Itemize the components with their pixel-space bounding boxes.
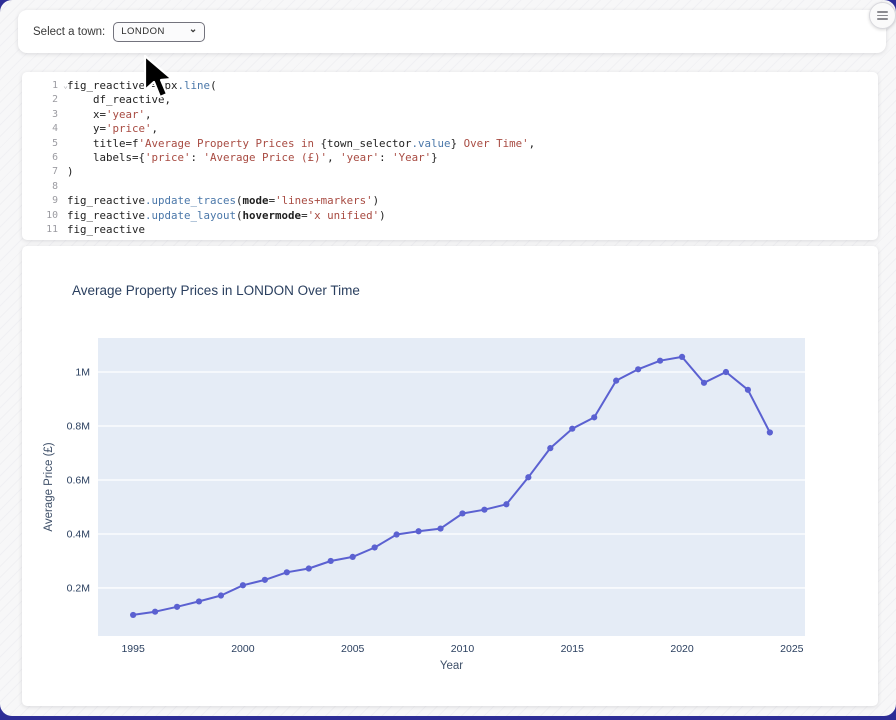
line-number: 2: [22, 93, 67, 107]
data-point-marker[interactable]: [591, 414, 597, 420]
price-chart-svg[interactable]: 0.2M 0.4M 0.6M 0.8M 1M 1995 2000 2005 2010 2015 20…: [22, 246, 878, 706]
line-number: 7: [22, 165, 67, 179]
y-tick-label: 0.2M: [67, 582, 90, 594]
chart-output-cell: Average Property Prices in LONDON Over T…: [22, 246, 878, 706]
data-point-marker[interactable]: [613, 378, 619, 384]
data-point-marker[interactable]: [459, 510, 465, 516]
data-point-marker[interactable]: [635, 366, 641, 372]
line-number: 5: [22, 137, 67, 151]
data-point-marker[interactable]: [152, 609, 158, 615]
line-number: 8: [22, 180, 67, 194]
y-tick-label: 0.6M: [67, 474, 90, 486]
data-point-marker[interactable]: [679, 354, 685, 360]
line-number: 6: [22, 151, 67, 165]
code-line: 4 y='price',: [22, 122, 878, 136]
data-point-marker[interactable]: [196, 598, 202, 604]
data-point-marker[interactable]: [547, 445, 553, 451]
town-select-value: LONDON: [121, 26, 165, 37]
plot-area[interactable]: [98, 338, 805, 636]
data-point-marker[interactable]: [174, 604, 180, 610]
code-line: 10fig_reactive.update_layout(hovermode='…: [22, 209, 878, 223]
chevron-down-icon: ⌄: [189, 25, 197, 35]
data-point-marker[interactable]: [350, 554, 356, 560]
data-point-marker[interactable]: [745, 387, 751, 393]
data-point-marker[interactable]: [701, 380, 707, 386]
line-number: 4: [22, 122, 67, 136]
data-point-marker[interactable]: [415, 528, 421, 534]
y-tick-label: 0.8M: [67, 420, 90, 432]
data-point-marker[interactable]: [657, 358, 663, 364]
code-line: 11fig_reactive: [22, 223, 878, 237]
notebook-page: Select a town: LONDON ⌄ 1⌄fig_reactive =…: [0, 0, 896, 716]
y-axis-title: Average Price (£): [43, 442, 55, 531]
code-line: 9fig_reactive.update_traces(mode='lines+…: [22, 194, 878, 208]
line-number: 9: [22, 194, 67, 208]
x-tick-label: 2020: [670, 643, 694, 655]
data-point-marker[interactable]: [130, 612, 136, 618]
data-point-marker[interactable]: [328, 558, 334, 564]
code-editor[interactable]: 1⌄fig_reactive = px.line(2 df_reactive,3…: [22, 72, 878, 237]
x-tick-label: 1995: [121, 643, 145, 655]
data-point-marker[interactable]: [481, 507, 487, 513]
code-line: 8: [22, 180, 878, 194]
code-line: 3 x='year',: [22, 108, 878, 122]
data-point-marker[interactable]: [218, 592, 224, 598]
code-cell[interactable]: 1⌄fig_reactive = px.line(2 df_reactive,3…: [22, 72, 878, 240]
code-line: 7): [22, 165, 878, 179]
data-point-marker[interactable]: [569, 426, 575, 432]
x-tick-label: 2015: [561, 643, 585, 655]
x-tick-label: 2000: [231, 643, 255, 655]
data-point-marker[interactable]: [767, 429, 773, 435]
x-axis-title: Year: [440, 660, 463, 672]
town-select[interactable]: LONDON ⌄: [113, 22, 205, 42]
line-number: 11: [22, 223, 67, 237]
code-line: 5 title=f'Average Property Prices in {to…: [22, 137, 878, 151]
line-number: 3: [22, 108, 67, 122]
code-line: 1⌄fig_reactive = px.line(: [22, 79, 878, 93]
line-number: 10: [22, 209, 67, 223]
data-point-marker[interactable]: [306, 565, 312, 571]
data-point-marker[interactable]: [503, 501, 509, 507]
x-tick-label: 2025: [780, 643, 804, 655]
data-point-marker[interactable]: [525, 474, 531, 480]
x-tick-label: 2010: [451, 643, 475, 655]
town-select-label: Select a town:: [33, 26, 105, 38]
y-tick-label: 0.4M: [67, 528, 90, 540]
data-point-marker[interactable]: [284, 569, 290, 575]
y-tick-label: 1M: [75, 367, 90, 379]
data-point-marker[interactable]: [437, 525, 443, 531]
fold-chevron-icon[interactable]: ⌄: [63, 79, 68, 93]
data-point-marker[interactable]: [723, 369, 729, 375]
data-point-marker[interactable]: [372, 544, 378, 550]
hamburger-icon: [877, 11, 888, 13]
menu-button[interactable]: [869, 2, 896, 29]
data-point-marker[interactable]: [262, 577, 268, 583]
line-number: 1⌄: [22, 79, 67, 93]
code-line: 2 df_reactive,: [22, 93, 878, 107]
x-tick-label: 2005: [341, 643, 365, 655]
town-selector-bar: Select a town: LONDON ⌄: [18, 10, 886, 53]
data-point-marker[interactable]: [240, 582, 246, 588]
data-point-marker[interactable]: [394, 531, 400, 537]
code-line: 6 labels={'price': 'Average Price (£)', …: [22, 151, 878, 165]
